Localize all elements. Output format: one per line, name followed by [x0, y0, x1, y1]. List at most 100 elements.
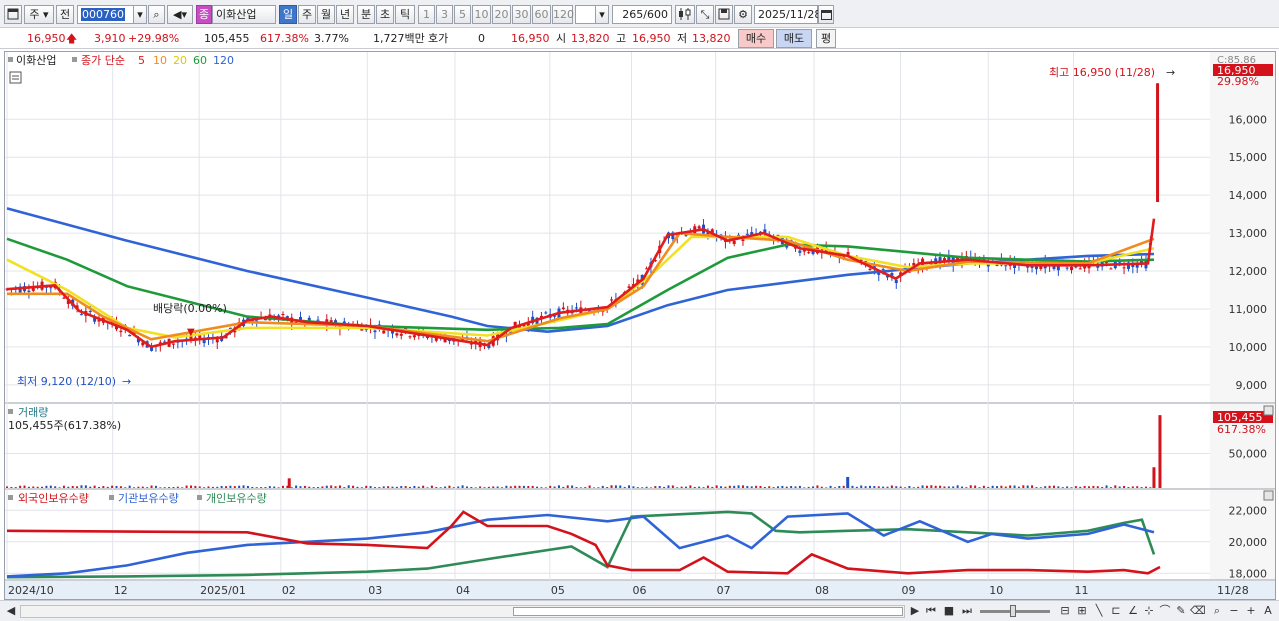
tab-month[interactable]: 월	[317, 5, 335, 24]
interval-button-3[interactable]: 3	[436, 5, 453, 24]
volume-pane[interactable]	[5, 404, 1210, 489]
scrollbar-thumb[interactable]	[513, 607, 903, 616]
volume-bar	[225, 486, 228, 488]
volume-bar	[588, 485, 591, 488]
candle-body	[868, 268, 872, 270]
up-arrow-icon: 🡅	[66, 32, 78, 45]
interval-button-30[interactable]: 30	[512, 5, 531, 24]
code-dropdown-button[interactable]: ▾	[133, 5, 147, 24]
simple-view-button[interactable]: 평	[816, 29, 836, 48]
low-annotation-arrow-icon: →	[122, 375, 131, 388]
zoom-slider[interactable]	[980, 605, 1050, 617]
eraser-tool-icon[interactable]: ⌫	[1190, 604, 1206, 618]
change-value: 3,910	[94, 32, 126, 45]
zoom-icon[interactable]: ⌕	[1210, 604, 1224, 618]
volume-bar	[251, 486, 254, 488]
tab-year[interactable]: 년	[336, 5, 354, 24]
pane-close-icon[interactable]	[1263, 490, 1274, 501]
tab-tick[interactable]: 틱	[395, 5, 415, 24]
interval-button-10[interactable]: 10	[472, 5, 491, 24]
buy-button[interactable]: 매수	[738, 29, 774, 48]
high-value: 16,950	[632, 32, 671, 45]
volume-bar	[479, 486, 482, 488]
shape-tool-icon[interactable]: ⊟	[1058, 604, 1072, 618]
arc-tool-icon[interactable]: ⌒	[1158, 604, 1172, 618]
gear-icon[interactable]: ⚙	[734, 5, 752, 24]
price-value: 16,950	[27, 32, 66, 45]
date-input[interactable]: 2025/11/28	[754, 5, 821, 24]
volume-bar	[255, 487, 258, 488]
line-tool-icon[interactable]: ╲	[1092, 604, 1106, 618]
scroll-right-icon[interactable]: ▶	[908, 604, 922, 618]
pen-tool-icon[interactable]: ✎	[1174, 604, 1188, 618]
prev-button[interactable]: 전	[56, 5, 74, 24]
price-pane[interactable]	[5, 52, 1210, 403]
fast-forward-icon[interactable]: ⏭	[960, 604, 974, 618]
tab-minute[interactable]: 분	[357, 5, 375, 24]
volume-bar	[1066, 486, 1069, 488]
font-size-icon[interactable]: A	[1261, 604, 1275, 618]
chart-options-icon[interactable]	[9, 71, 22, 84]
pane-close-icon[interactable]	[1263, 405, 1274, 416]
tab-second[interactable]: 초	[376, 5, 394, 24]
volume-bar	[426, 487, 429, 488]
volume-bar	[641, 487, 644, 488]
x-tick-label: 05	[551, 584, 565, 597]
stock-code-input[interactable]: 000760	[77, 5, 134, 24]
interval-button-20[interactable]: 20	[492, 5, 511, 24]
volume-bar	[1144, 486, 1147, 488]
fib-tool-icon[interactable]: ⊏	[1109, 604, 1123, 618]
save-icon[interactable]	[715, 5, 733, 24]
interval-button-60[interactable]: 60	[532, 5, 551, 24]
volume-bar	[1000, 485, 1003, 488]
volume-bar	[846, 476, 850, 488]
speaker-icon[interactable]: ◀▾	[167, 5, 193, 24]
scroll-left-icon[interactable]: ◀	[4, 604, 18, 618]
volume-bar	[711, 486, 714, 488]
volume-bar	[768, 486, 771, 488]
zoom-in-icon[interactable]: +	[1244, 604, 1258, 618]
horizontal-scrollbar[interactable]	[20, 605, 905, 618]
volume-bar	[860, 485, 863, 488]
stock-name-field[interactable]: 이화산업	[212, 5, 276, 24]
candle-body	[881, 268, 885, 270]
chart-menu-icon[interactable]	[4, 5, 22, 24]
x-tick-label: 2024/10	[8, 584, 54, 597]
chart-area[interactable]: 16,000 15,000 14,000 13,000 12,000 11,000 10,0…	[4, 51, 1276, 600]
price-tick-label: 9,000	[1236, 379, 1268, 392]
x-tick-label: 11/28	[1217, 584, 1249, 597]
rewind-icon[interactable]: ⏮	[924, 604, 938, 618]
compare-tool-icon[interactable]: ⊞	[1075, 604, 1089, 618]
angle-tool-icon[interactable]: ∠	[1126, 604, 1140, 618]
tab-day[interactable]: 일	[279, 5, 297, 24]
search-icon[interactable]: ⌕	[148, 5, 165, 24]
volume-bar	[781, 485, 784, 488]
volume-bar	[838, 486, 841, 488]
interval-label: 120	[553, 8, 574, 21]
price-tick-label: 13,000	[1229, 227, 1268, 240]
chart-svg[interactable]: 16,000 15,000 14,000 13,000 12,000 11,000 10,0…	[5, 52, 1275, 599]
interval-label: 20	[494, 8, 509, 21]
volume-bar	[93, 485, 96, 488]
interval-dropdown-button[interactable]: ▾	[595, 5, 609, 24]
interval-button-1[interactable]: 1	[418, 5, 435, 24]
tab-week[interactable]: 주	[298, 5, 316, 24]
interval-button-120[interactable]: 120	[552, 5, 574, 24]
interval-button-5[interactable]: 5	[454, 5, 471, 24]
stop-icon[interactable]: ■	[942, 604, 956, 618]
volume-bar	[912, 487, 915, 488]
volume-bar	[689, 485, 692, 488]
calendar-icon[interactable]	[818, 5, 834, 24]
market-select[interactable]: 주 ▾	[24, 5, 54, 24]
sell-button[interactable]: 매도	[776, 29, 812, 48]
candle-type-icon[interactable]	[675, 5, 695, 24]
cross-tool-icon[interactable]: ⊹	[1142, 604, 1156, 618]
trendline-icon[interactable]: ⤡	[696, 5, 714, 24]
count-field[interactable]: 265/600	[612, 5, 672, 24]
zoom-out-icon[interactable]: −	[1227, 604, 1241, 618]
volume-bar	[960, 486, 963, 488]
volume-bar	[1017, 486, 1020, 488]
volume-bar	[299, 486, 302, 488]
zoom-slider-handle[interactable]	[1010, 605, 1016, 617]
volume-bar	[338, 485, 341, 488]
